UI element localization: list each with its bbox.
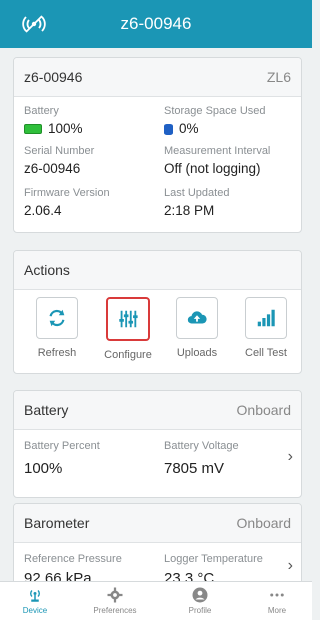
actions-card: Actions Refresh Configure Uploads Cell T… — [13, 250, 302, 374]
battery-card-header: Battery Onboard — [14, 391, 301, 430]
battery-card-title: Battery — [24, 402, 69, 418]
page-title: z6-00946 — [120, 14, 192, 33]
refresh-button[interactable] — [36, 297, 78, 339]
configure-label: Configure — [104, 349, 152, 361]
nav-device-label: Device — [22, 606, 48, 615]
updated-value: 2:18 PM — [164, 203, 215, 218]
configure-action[interactable]: Configure — [98, 297, 158, 361]
battery-value: 100% — [24, 121, 83, 136]
firmware-label: Firmware Version — [24, 187, 110, 199]
uploads-action[interactable]: Uploads — [167, 297, 227, 359]
cell-test-label: Cell Test — [245, 347, 287, 359]
battery-label: Battery — [24, 105, 59, 117]
refresh-action[interactable]: Refresh — [27, 297, 87, 359]
battery-details-row[interactable]: Battery Percent 100% Battery Voltage 780… — [14, 430, 301, 496]
battery-source: Onboard — [236, 402, 291, 418]
updated-label: Last Updated — [164, 187, 230, 199]
signal-bars-icon — [257, 309, 275, 327]
actions-row: Refresh Configure Uploads Cell Test — [14, 291, 301, 373]
configure-button[interactable] — [106, 297, 150, 341]
uploads-label: Uploads — [176, 347, 218, 359]
cell-test-action[interactable]: Cell Test — [236, 297, 296, 359]
battery-voltage-value: 7805 mV — [164, 460, 225, 477]
more-icon — [270, 593, 284, 597]
chevron-right-icon[interactable]: › — [288, 557, 293, 575]
interval-label: Measurement Interval — [164, 145, 271, 157]
cloud-upload-icon — [187, 311, 207, 324]
chevron-right-icon[interactable]: › — [288, 448, 293, 466]
nav-more[interactable]: More — [242, 586, 312, 615]
user-icon — [192, 587, 208, 603]
nav-profile[interactable]: Profile — [165, 586, 235, 615]
barometer-card-title: Barometer — [24, 515, 90, 531]
pressure-label: Reference Pressure — [24, 553, 122, 565]
battery-voltage-label: Battery Voltage — [164, 440, 239, 452]
actions-header: Actions — [14, 251, 301, 290]
nav-device[interactable]: Device — [0, 586, 70, 615]
battery-card[interactable]: Battery Onboard Battery Percent 100% Bat… — [13, 390, 302, 498]
serial-label: Serial Number — [24, 145, 95, 157]
battery-percent-label: Battery Percent — [24, 440, 100, 452]
database-icon — [164, 123, 173, 135]
sliders-icon — [119, 310, 138, 328]
refresh-icon — [49, 309, 65, 327]
nav-profile-label: Profile — [188, 606, 212, 615]
actions-title: Actions — [24, 262, 70, 278]
bottom-nav: Device Preferences Profile More — [0, 581, 312, 620]
gear-icon — [107, 587, 123, 603]
cell-test-button[interactable] — [245, 297, 287, 339]
barometer-card-header: Barometer Onboard — [14, 504, 301, 543]
logger-temp-label: Logger Temperature — [164, 553, 263, 565]
nav-preferences[interactable]: Preferences — [80, 586, 150, 615]
storage-label: Storage Space Used — [164, 105, 266, 117]
device-card-header: z6-00946 ZL6 — [14, 58, 301, 97]
antenna-icon — [30, 590, 40, 602]
battery-icon — [24, 124, 42, 135]
battery-percent-value: 100% — [24, 460, 63, 477]
nav-more-label: More — [267, 606, 287, 615]
storage-value: 0% — [164, 121, 199, 136]
device-model: ZL6 — [266, 69, 291, 85]
serial-value: z6-00946 — [24, 161, 81, 176]
firmware-value: 2.06.4 — [24, 203, 62, 218]
interval-value: Off (not logging) — [164, 161, 261, 176]
nav-preferences-label: Preferences — [93, 606, 137, 615]
device-name: z6-00946 — [24, 69, 83, 85]
device-info-card: z6-00946 ZL6 Battery 100% Storage Space … — [13, 57, 302, 233]
top-app-bar: z6-00946 — [0, 0, 312, 48]
uploads-button[interactable] — [176, 297, 218, 339]
refresh-label: Refresh — [37, 347, 77, 359]
barometer-source: Onboard — [236, 515, 291, 531]
